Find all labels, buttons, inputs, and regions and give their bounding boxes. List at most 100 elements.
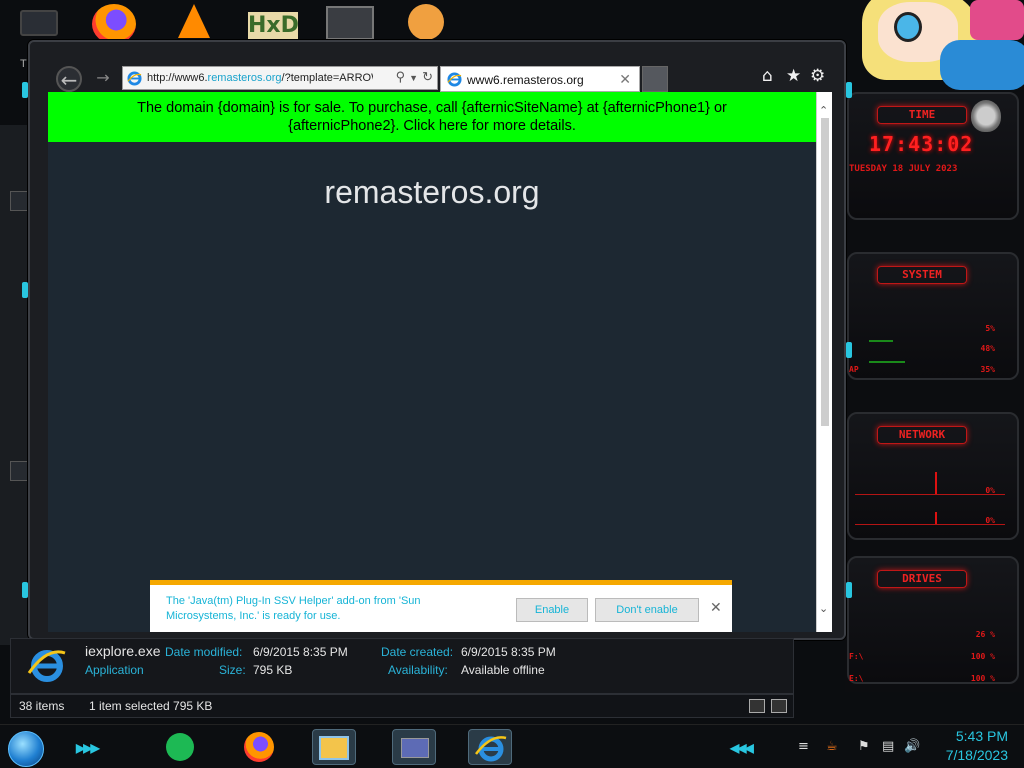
site-title: remasteros.org: [324, 174, 540, 210]
clock-time: 5:43 PM: [955, 728, 1008, 744]
url-suffix: /?template=ARROW: [281, 72, 373, 84]
drive-value: 26 %: [975, 630, 995, 639]
ie-icon: [27, 650, 66, 682]
notification-message: The 'Java(tm) Plug-In SSV Helper' add-on…: [166, 595, 421, 622]
scroll-up-icon[interactable]: ⌃: [819, 104, 828, 117]
item-count: 38 items: [19, 699, 65, 713]
flag-icon[interactable]: ⚑: [858, 739, 870, 754]
dont-enable-button[interactable]: Don't enable: [595, 598, 699, 622]
favorites-star-icon[interactable]: ★: [786, 66, 801, 86]
folder-icon[interactable]: [20, 10, 58, 36]
forward-button[interactable]: →: [90, 66, 116, 92]
close-tab-icon[interactable]: ✕: [619, 71, 631, 88]
gadget-clock: 17:43:02: [869, 132, 974, 156]
url-domain: remasteros.org: [207, 72, 282, 84]
network-graph: [855, 524, 1005, 525]
alienware-icon: [971, 100, 1001, 132]
desktop-gadgets: TIME 17:43:02 TUESDAY 18 JULY 2023 SYSTE…: [845, 92, 1024, 692]
address-bar[interactable]: http://www6.remasteros.org/?template=ARR…: [122, 66, 438, 90]
explorer-status-bar: 38 items 1 item selected 795 KB: [10, 694, 794, 718]
gadget-date: TUESDAY 18 JULY 2023: [849, 164, 958, 174]
size-label: Size:: [219, 663, 246, 677]
firefox-taskbar-button[interactable]: [238, 729, 282, 765]
addon-notification: The 'Java(tm) Plug-In SSV Helper' add-on…: [150, 580, 732, 632]
network-spike: [935, 512, 937, 524]
selection-info: 1 item selected 795 KB: [89, 699, 213, 713]
vlc-icon[interactable]: [178, 4, 210, 38]
chevron-down-icon[interactable]: ▼: [409, 73, 418, 83]
start-button[interactable]: [8, 731, 44, 767]
tray-expand-icon[interactable]: ≡: [798, 739, 809, 754]
frame-accent: [22, 582, 28, 598]
file-name: iexplore.exe: [85, 643, 161, 659]
tab-active[interactable]: www6.remasteros.org ✕: [440, 66, 640, 92]
frame-accent: [846, 582, 852, 598]
vertical-scrollbar[interactable]: ⌃ ⌄: [816, 92, 832, 632]
clock[interactable]: 5:43 PM 7/18/2023: [918, 727, 1008, 765]
clock-date: 7/18/2023: [945, 747, 1008, 763]
system-value: 5%: [985, 324, 995, 333]
system-gadget: SYSTEM 5% 48% AP 35%: [847, 252, 1019, 380]
network-value: 0%: [985, 486, 995, 495]
taskbar: ▶▶▶ ◀◀◀ ≡ ☕ ⚑ ▤ 🔊 5:43 PM 7/18/2023: [0, 724, 1024, 768]
network-gadget: NETWORK 0% 0%: [847, 412, 1019, 540]
system-value: 48%: [980, 344, 995, 353]
app-icon[interactable]: [326, 6, 374, 40]
gadget-title: DRIVES: [877, 570, 967, 588]
gadget-title: SYSTEM: [877, 266, 967, 284]
firefox-icon: [244, 732, 274, 762]
control-panel-icon: [401, 738, 429, 758]
page-viewport: The domain {domain} is for sale. To purc…: [48, 92, 832, 632]
spotify-icon: [166, 733, 194, 761]
system-value: 35%: [980, 365, 995, 374]
spotify-taskbar-button[interactable]: [160, 729, 204, 765]
settings-gear-icon[interactable]: ⚙: [810, 66, 825, 86]
search-icon[interactable]: ⚲: [396, 69, 406, 84]
date-modified-label: Date modified:: [165, 645, 243, 659]
browser-toolbar: ← → http://www6.remasteros.org/?template…: [50, 64, 828, 94]
network-value: 0%: [985, 516, 995, 525]
ie-taskbar-button[interactable]: [468, 729, 512, 765]
frame-accent: [846, 342, 852, 358]
domain-sale-banner[interactable]: The domain {domain} is for sale. To purc…: [48, 92, 816, 142]
drive-label: E:\: [849, 674, 864, 683]
java-tray-icon[interactable]: ☕: [826, 739, 838, 754]
wallpaper-character: [850, 0, 1024, 92]
taskbar-accent: ▶▶▶: [76, 741, 100, 755]
scroll-thumb[interactable]: [821, 118, 829, 426]
taskbar-accent: ◀◀◀: [730, 741, 754, 755]
size-value: 795 KB: [253, 663, 293, 677]
date-created-label: Date created:: [381, 645, 454, 659]
network-icon[interactable]: ▤: [882, 739, 894, 754]
enable-button[interactable]: Enable: [516, 598, 588, 622]
details-view-icon[interactable]: [749, 699, 765, 713]
system-bar: [869, 340, 893, 342]
home-icon[interactable]: ⌂: [762, 66, 773, 86]
network-graph: [855, 494, 1005, 495]
time-gadget: TIME 17:43:02 TUESDAY 18 JULY 2023: [847, 92, 1019, 220]
new-tab-button[interactable]: [642, 66, 668, 92]
refresh-icon[interactable]: ↻: [422, 69, 433, 84]
scroll-down-icon[interactable]: ⌄: [819, 602, 828, 615]
ie-icon: [475, 736, 507, 762]
file-type: Application: [85, 663, 144, 677]
tiles-view-icon[interactable]: [771, 699, 787, 713]
frame-accent: [846, 82, 852, 98]
browser-window: ← → http://www6.remasteros.org/?template…: [22, 40, 852, 640]
drive-value: 100 %: [970, 674, 995, 683]
control-panel-taskbar-button[interactable]: [392, 729, 436, 765]
availability-value: Available offline: [461, 663, 545, 677]
frame-accent: [22, 82, 28, 98]
date-modified-value: 6/9/2015 8:35 PM: [253, 645, 348, 659]
availability-label: Availability:: [388, 663, 448, 677]
user-icon[interactable]: [408, 4, 444, 40]
close-icon[interactable]: ✕: [710, 599, 722, 616]
drive-value: 100 %: [970, 652, 995, 661]
back-button[interactable]: ←: [56, 66, 82, 92]
explorer-taskbar-button[interactable]: [312, 729, 356, 765]
firefox-icon[interactable]: [92, 4, 136, 44]
url-prefix: http://www6.: [147, 72, 208, 84]
hxd-icon[interactable]: HxD: [248, 12, 299, 40]
system-label: AP: [849, 365, 859, 374]
address-url[interactable]: http://www6.remasteros.org/?template=ARR…: [147, 72, 373, 84]
